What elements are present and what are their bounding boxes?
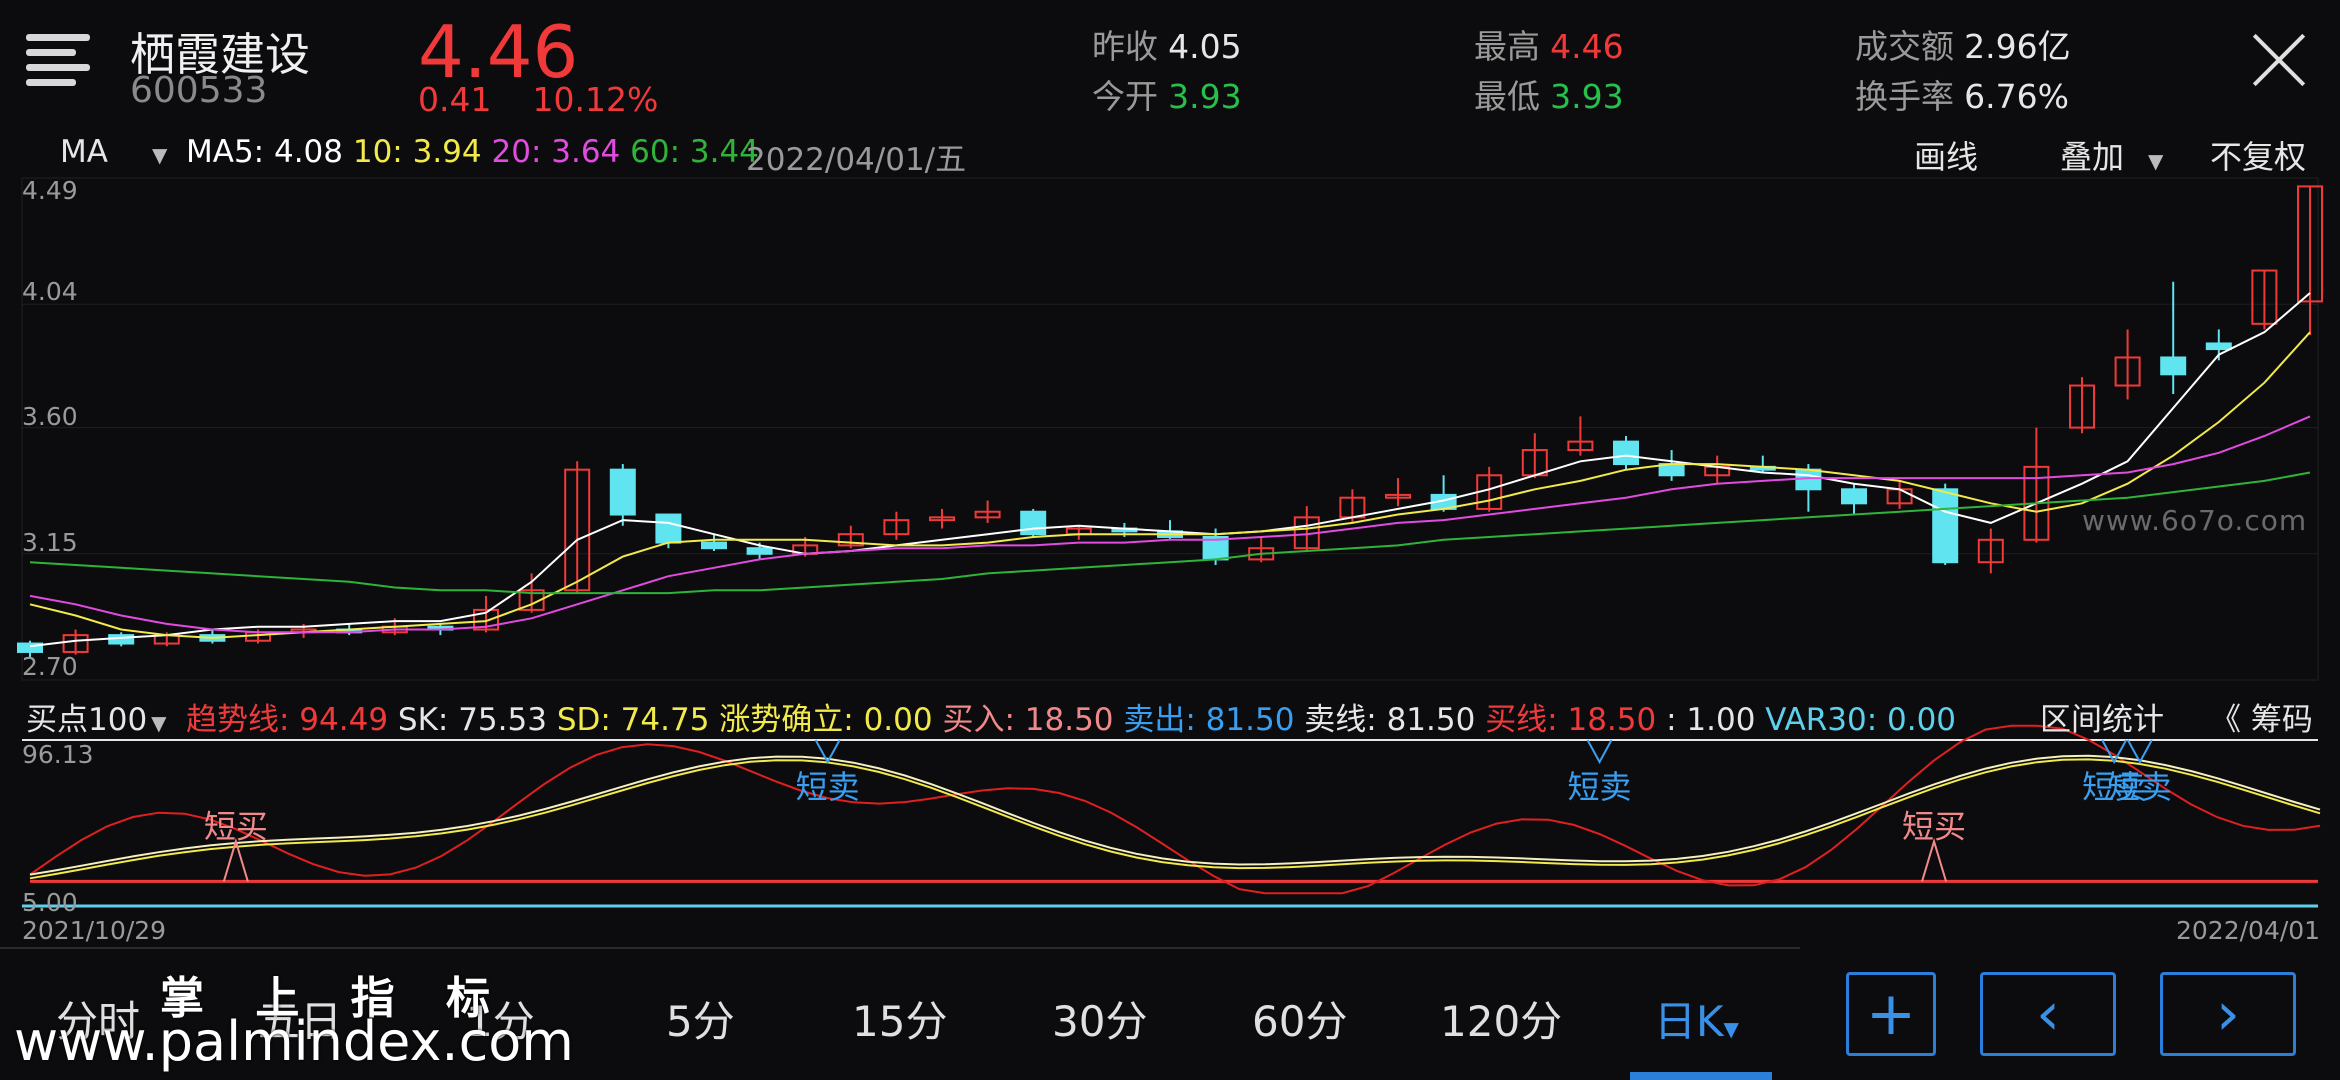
next-button[interactable]: ›	[2160, 972, 2296, 1056]
candle-body	[1613, 440, 1639, 466]
tab-5min[interactable]: 5分	[666, 988, 735, 1049]
candlestick-chart[interactable]: 短买短卖 短卖短买短卖短卖	[0, 0, 2340, 1080]
price-axis-tick: 2.70	[22, 652, 78, 681]
buy-signal-label: 短买	[1902, 807, 1966, 845]
candle-body	[2160, 356, 2187, 376]
prev-button[interactable]: ‹	[1980, 972, 2116, 1056]
candle-body	[1932, 488, 1959, 564]
candle-body	[1020, 510, 1047, 536]
chevron-down-icon: ▼	[1723, 1017, 1739, 1041]
start-date: 2021/10/29	[22, 916, 167, 945]
sell-signal-label: 短卖	[2108, 768, 2172, 806]
indicator-value: 卖出: 81.50	[1123, 702, 1295, 738]
price-axis-tick: 3.15	[22, 528, 78, 557]
sell-signal-marker	[1586, 739, 1613, 765]
chevron-left-icon: ‹	[2036, 979, 2060, 1049]
watermark-6o7o: www.6o7o.com	[2082, 504, 2308, 537]
candle-body	[2205, 342, 2232, 351]
indicator-value: 涨势确立: 0.00	[719, 702, 933, 738]
indicator-value: 买入: 18.50	[942, 702, 1114, 738]
tab-daily-k-label: 日K	[1654, 997, 1724, 1046]
indicator-value: SD: 74.75	[556, 702, 710, 738]
price-axis-tick: 4.49	[22, 176, 78, 205]
sell-signal-label: 短卖	[1568, 768, 1632, 806]
indicator-values: 趋势线: 94.49 SK: 75.53 SD: 74.75 涨势确立: 0.0…	[186, 694, 1956, 739]
indicator-selector-label: 买点100	[26, 702, 148, 738]
active-tab-indicator	[1630, 1072, 1772, 1080]
trend-line	[29, 724, 2321, 895]
add-button[interactable]: +	[1846, 972, 1936, 1056]
buy-signal-label: 短买	[204, 807, 268, 845]
candle-body	[701, 541, 727, 550]
sell-signal-label: 短卖	[796, 768, 860, 806]
indicator-selector[interactable]: 买点100 ▼	[26, 694, 167, 739]
candle-body	[1841, 488, 1867, 505]
price-axis-tick: 4.04	[22, 277, 78, 306]
price-axis-tick: 3.60	[22, 402, 78, 431]
chevron-down-icon: ▼	[151, 711, 167, 735]
main-chart-frame	[21, 177, 2319, 681]
indicator-axis-tick: 5.00	[22, 888, 78, 917]
tab-120min[interactable]: 120分	[1440, 988, 1562, 1049]
range-stats-button[interactable]: 区间统计	[2040, 694, 2164, 739]
indicator-value: 趋势线: 94.49	[186, 702, 389, 738]
watermark-url: www.palmindex.com	[14, 1010, 574, 1073]
indicator-value: 卖线: 81.50	[1304, 702, 1476, 738]
plus-icon: +	[1865, 979, 1917, 1049]
chips-button[interactable]: 《 筹码	[2210, 694, 2313, 739]
candle-body	[655, 513, 682, 544]
indicator-axis-tick: 96.13	[22, 740, 94, 769]
tab-15min[interactable]: 15分	[852, 988, 947, 1049]
tab-daily-k[interactable]: 日K▼	[1654, 988, 1739, 1049]
end-date: 2022/04/01	[2176, 916, 2321, 945]
tab-30min[interactable]: 30分	[1052, 988, 1147, 1049]
buy-signal-marker	[1921, 837, 1947, 882]
candle-body	[609, 468, 636, 516]
indicator-value: 买线: 18.50	[1485, 702, 1657, 738]
sk-line	[29, 754, 2321, 876]
ma-line-ma5	[29, 292, 2311, 648]
candle-body	[746, 547, 773, 555]
chevron-right-icon: ›	[2216, 979, 2240, 1049]
indicator-value: VAR30: 0.00	[1765, 702, 1957, 738]
tab-60min[interactable]: 60分	[1252, 988, 1347, 1049]
ma-line-ma10	[29, 331, 2311, 639]
indicator-value: : 1.00	[1666, 702, 1756, 738]
indicator-value: SK: 75.53	[397, 702, 547, 738]
